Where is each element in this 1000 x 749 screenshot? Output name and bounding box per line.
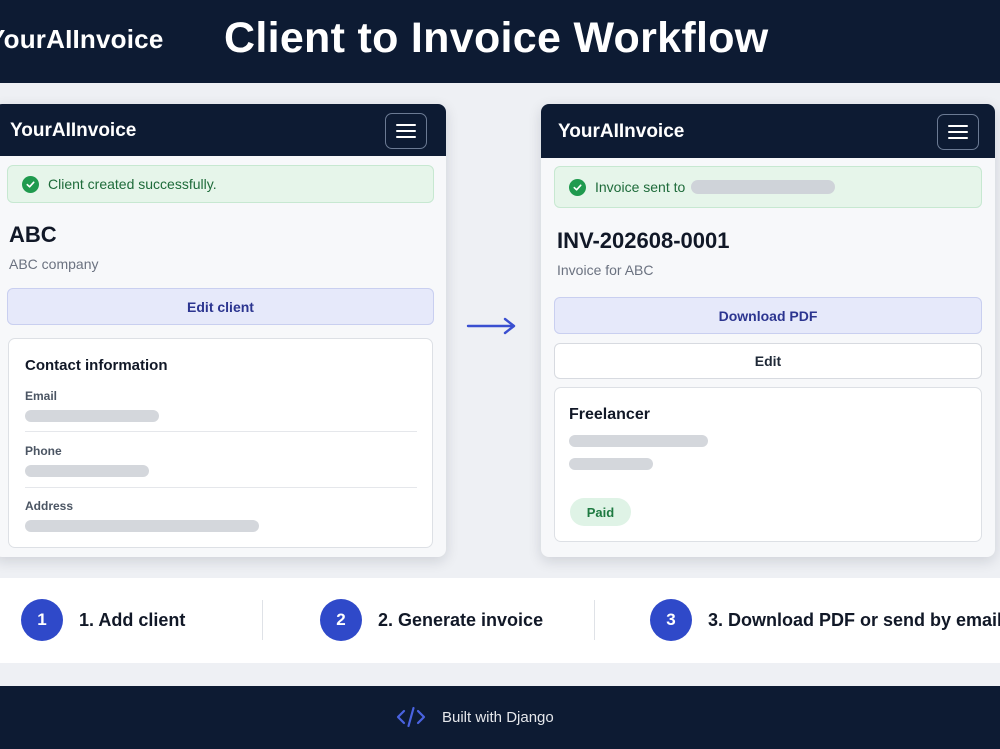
step-download-or-send: 3 3. Download PDF or send by email <box>650 599 1000 641</box>
divider <box>25 487 417 488</box>
client-success-text: Client created successfully. <box>48 176 217 192</box>
invoice-screen-card: YourAIInvoice Invoice sent to INV-202608… <box>541 104 995 557</box>
client-screen-navbar: YourAIInvoice <box>0 104 446 156</box>
arrow-right-icon <box>466 317 516 335</box>
hamburger-menu-icon[interactable] <box>937 114 979 150</box>
contact-information-title: Contact information <box>25 357 168 374</box>
edit-client-button[interactable]: Edit client <box>7 288 434 325</box>
code-icon <box>396 706 426 728</box>
footer: Built with Django <box>0 686 1000 749</box>
step-number: 1 <box>21 599 63 641</box>
step-divider <box>594 600 595 640</box>
client-screen-brand[interactable]: YourAIInvoice <box>10 120 136 142</box>
status-badge: Paid <box>570 498 631 526</box>
address-label: Address <box>25 499 74 513</box>
step-add-client: 1 1. Add client <box>21 599 185 641</box>
check-circle-icon <box>569 178 586 196</box>
workflow-steps: 1 1. Add client 2 2. Generate invoice 3 … <box>0 578 1000 663</box>
divider <box>25 431 417 432</box>
phone-label: Phone <box>25 444 62 458</box>
step-divider <box>262 600 263 640</box>
freelancer-name-redacted <box>569 435 708 447</box>
banner-brand: YourAIInvoice <box>0 24 164 54</box>
client-name: ABC <box>9 222 57 247</box>
invoice-sent-text: Invoice sent to <box>595 179 686 195</box>
invoice-screen-brand[interactable]: YourAIInvoice <box>558 121 684 143</box>
invoice-sent-alert: Invoice sent to <box>554 166 982 208</box>
recipient-email-redacted <box>691 180 836 194</box>
hamburger-menu-icon[interactable] <box>385 113 427 149</box>
freelancer-title: Freelancer <box>569 406 650 423</box>
step-number: 3 <box>650 599 692 641</box>
footer-credit: Built with Django <box>396 706 554 728</box>
phone-value-redacted <box>25 465 149 477</box>
top-banner: YourAIInvoice Client to Invoice Workflow <box>0 0 1000 83</box>
invoice-number: INV-202608-0001 <box>557 228 730 253</box>
edit-invoice-button[interactable]: Edit <box>554 343 982 379</box>
step-generate-invoice: 2 2. Generate invoice <box>320 599 543 641</box>
freelancer-detail-redacted <box>569 458 653 470</box>
email-value-redacted <box>25 410 159 422</box>
page-title: Client to Invoice Workflow <box>224 14 769 62</box>
step-number: 2 <box>320 599 362 641</box>
client-success-alert: Client created successfully. <box>7 165 434 203</box>
step-label: 1. Add client <box>79 609 186 630</box>
email-label: Email <box>25 389 58 403</box>
invoice-for: Invoice for ABC <box>557 262 654 278</box>
address-value-redacted <box>25 520 259 532</box>
client-screen-card: YourAIInvoice Client created successfull… <box>0 104 446 557</box>
step-label: 3. Download PDF or send by email <box>708 609 1000 630</box>
invoice-screen-navbar: YourAIInvoice <box>541 104 995 158</box>
check-circle-icon <box>22 175 39 193</box>
freelancer-panel: Freelancer Paid <box>554 387 982 542</box>
client-company: ABC company <box>9 256 99 272</box>
footer-text: Built with Django <box>442 708 554 726</box>
contact-information-panel: Contact information Email Phone Address <box>8 338 433 548</box>
step-label: 2. Generate invoice <box>378 609 544 630</box>
download-pdf-button[interactable]: Download PDF <box>554 297 982 334</box>
